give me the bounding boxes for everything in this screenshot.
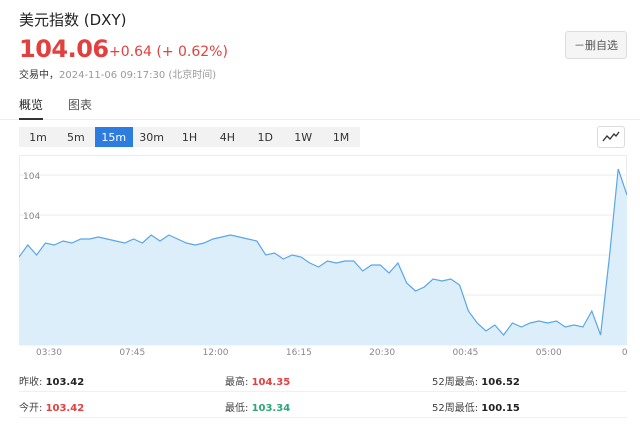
stat-high: 最高: 104.35 — [225, 377, 291, 388]
price-change: +0.64 (+ 0.62%) — [109, 44, 228, 60]
period-5m[interactable]: 5m — [57, 127, 95, 147]
line-chart-icon — [602, 131, 620, 142]
stat-52w-high: 52周最高: 106.52 — [432, 377, 520, 388]
stats-table: 昨收: 103.42 最高: 104.35 52周最高: 106.52 今开: … — [19, 366, 627, 418]
period-1w[interactable]: 1W — [284, 127, 322, 147]
tab-chart[interactable]: 图表 — [68, 96, 92, 120]
x-tick-label: 00:45 — [452, 348, 478, 358]
stat-open: 今开: 103.42 — [19, 403, 85, 414]
x-tick-label: 12:00 — [203, 348, 229, 358]
price-chart-svg: 10410410410410303:3007:4512:0016:1520:30… — [19, 155, 627, 358]
x-tick-label: 07:45 — [119, 348, 145, 358]
x-tick-label: 09:1 — [622, 348, 627, 358]
remove-watchlist-button[interactable]: －删自选 — [565, 31, 627, 59]
period-1mo[interactable]: 1M — [322, 127, 360, 147]
stats-row: 今开: 103.42 最低: 103.34 52周最低: 100.15 — [19, 392, 627, 418]
y-tick-label: 104 — [23, 212, 40, 222]
period-30m[interactable]: 30m — [133, 127, 171, 147]
y-tick-label: 104 — [23, 172, 40, 182]
period-selector: 1m 5m 15m 30m 1H 4H 1D 1W 1M — [19, 127, 360, 147]
period-1d[interactable]: 1D — [246, 127, 284, 147]
price-chart: 10410410410410303:3007:4512:0016:1520:30… — [19, 155, 627, 360]
x-tick-label: 16:15 — [286, 348, 312, 358]
x-tick-label: 05:00 — [536, 348, 562, 358]
period-4h[interactable]: 4H — [208, 127, 246, 147]
page-title: 美元指数 (DXY) — [19, 11, 127, 29]
price-area — [19, 169, 627, 345]
timestamp: 2024-11-06 09:17:30 (北京时间) — [59, 70, 217, 81]
x-tick-label: 20:30 — [369, 348, 395, 358]
period-1h[interactable]: 1H — [171, 127, 209, 147]
chart-type-button[interactable] — [597, 126, 625, 148]
stats-row: 昨收: 103.42 最高: 104.35 52周最高: 106.52 — [19, 366, 627, 392]
period-15m[interactable]: 15m — [94, 127, 133, 147]
stat-52w-low: 52周最低: 100.15 — [432, 403, 520, 414]
status-label: 交易中， — [19, 70, 59, 81]
stat-prev-close: 昨收: 103.42 — [19, 377, 85, 388]
x-tick-label: 03:30 — [36, 348, 62, 358]
tab-bar: 概览 图表 — [0, 96, 640, 120]
stat-low: 最低: 103.34 — [225, 403, 291, 414]
trading-status: 交易中，2024-11-06 09:17:30 (北京时间) — [19, 66, 216, 81]
period-1m[interactable]: 1m — [19, 127, 57, 147]
current-price: 104.06 — [19, 35, 109, 63]
tab-overview[interactable]: 概览 — [19, 96, 44, 120]
